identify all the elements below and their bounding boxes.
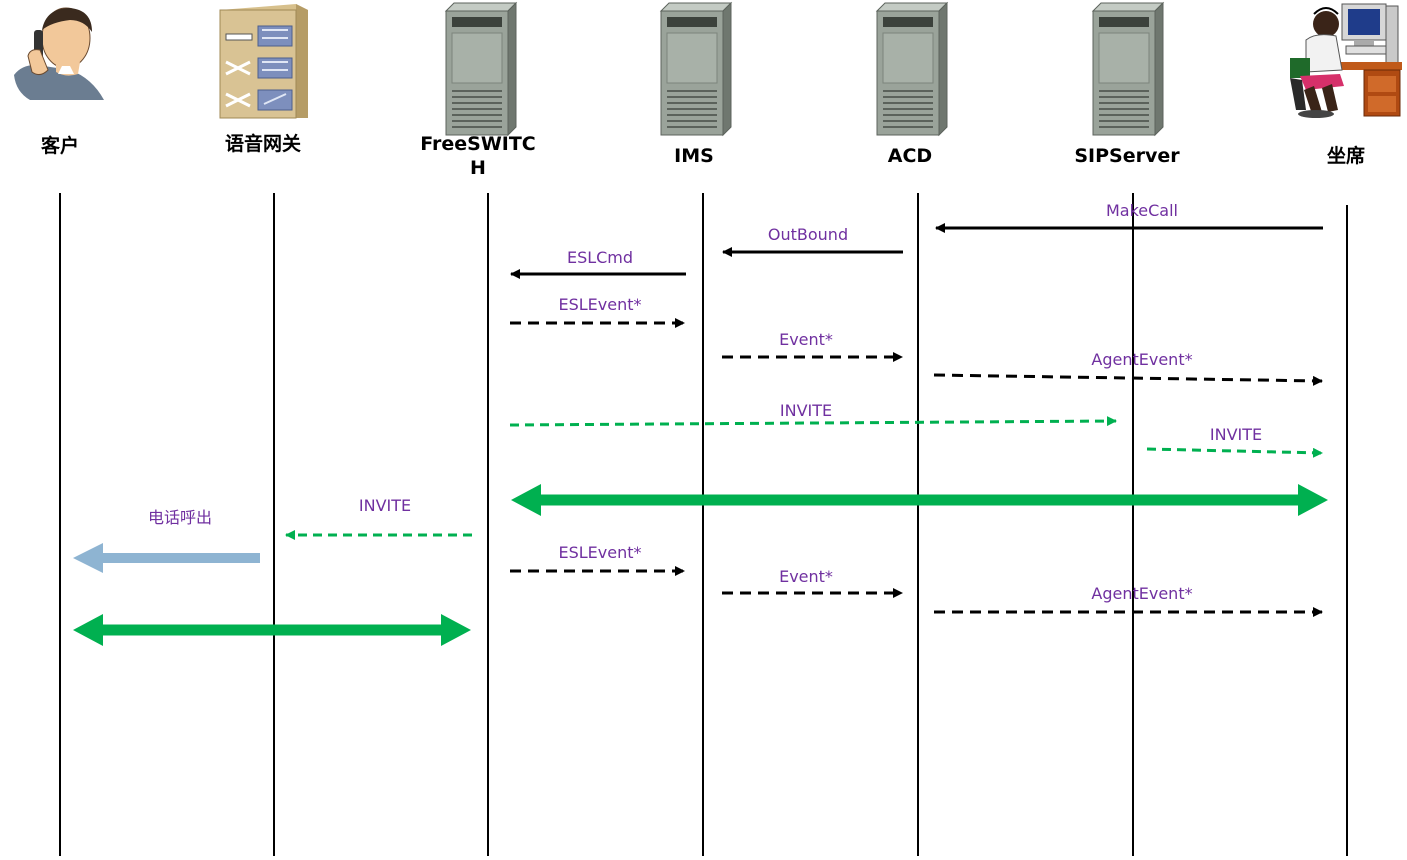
message-label: 电话呼出	[148, 508, 212, 527]
message-label: Event*	[779, 567, 833, 586]
server-icon	[659, 1, 733, 137]
message-label: AgentEvent*	[1091, 584, 1192, 603]
server-icon	[875, 1, 949, 137]
arrowhead	[73, 614, 103, 646]
arrowhead	[511, 484, 541, 516]
actor-label-ims: IMS	[674, 145, 714, 167]
agent-workstation-icon	[1290, 3, 1402, 118]
actor-label-customer: 客户	[40, 135, 79, 157]
message-label: OutBound	[768, 225, 848, 244]
actor-label-freeswitch: FreeSWITCH	[420, 133, 536, 179]
actor-label-acd: ACD	[887, 145, 933, 167]
message-label: INVITE	[359, 496, 411, 515]
diagram-canvas: MakeCall OutBound ESLCmd ESLEvent* Event* Age…	[14, 1, 1402, 856]
voice-gateway-icon	[219, 4, 308, 119]
arrowhead	[73, 543, 103, 573]
server-icon	[444, 1, 518, 137]
phone-person-icon	[14, 7, 104, 100]
message-label: ESLEvent*	[558, 543, 641, 562]
message-label: INVITE	[780, 401, 832, 420]
message-arrow	[509, 416, 1117, 427]
actor-label-voice-gateway: 语音网关	[224, 133, 301, 155]
arrowhead	[441, 614, 471, 646]
arrowhead	[1298, 484, 1328, 516]
message-label: INVITE	[1210, 425, 1262, 444]
server-icon	[1091, 1, 1165, 137]
actor-label-agent: 坐席	[1326, 145, 1365, 167]
message-arrow	[933, 373, 1323, 386]
message-label: ESLCmd	[567, 248, 633, 267]
actor-label-sipserver: SIPServer	[1074, 145, 1180, 167]
message-label: MakeCall	[1106, 201, 1178, 220]
message-label: Event*	[779, 330, 833, 349]
sequence-diagram: MakeCall OutBound ESLCmd ESLEvent* Event* Age…	[0, 0, 1407, 856]
message-arrow	[1146, 447, 1323, 458]
message-label: ESLEvent*	[558, 295, 641, 314]
message-label: AgentEvent*	[1091, 350, 1192, 369]
